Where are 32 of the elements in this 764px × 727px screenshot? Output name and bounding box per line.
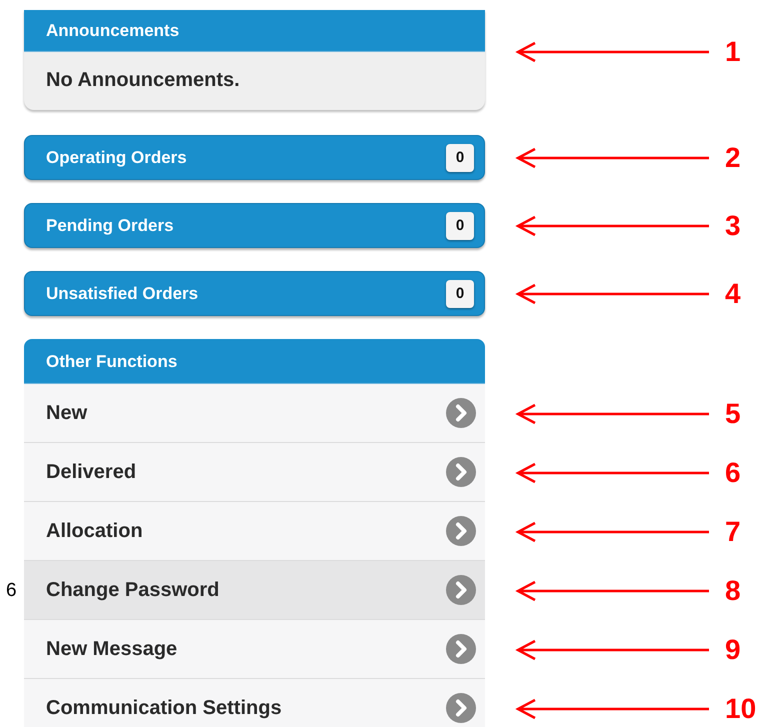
annotation-number: 6	[725, 456, 741, 488]
order-counter-bar[interactable]: Operating Orders 0	[24, 135, 485, 180]
order-counter-bar[interactable]: Pending Orders 0	[24, 203, 485, 248]
menu-item[interactable]: Allocation	[24, 502, 485, 561]
annotation-number: 9	[725, 634, 741, 666]
announcement-message: No Announcements.	[45, 68, 241, 93]
chevron-icon	[446, 398, 476, 428]
chevron-icon	[446, 516, 476, 546]
panel-header: Announcements	[24, 10, 485, 52]
annotation-number: 10	[725, 692, 756, 724]
annotation-number: 2	[725, 142, 741, 174]
chevron-icon	[446, 634, 476, 664]
annotation-number: 8	[725, 574, 741, 606]
annotation-number: 5	[725, 398, 741, 430]
section-header: Other Functions	[24, 339, 485, 384]
annotation-number: 3	[725, 210, 741, 242]
chevron-icon	[446, 457, 476, 487]
annotation-number: 7	[725, 516, 741, 548]
annotation-number: 1	[725, 36, 741, 68]
side-label: 6	[5, 580, 17, 600]
count-badge: 0	[446, 280, 474, 308]
menu-item[interactable]: Communication Settings	[24, 679, 485, 727]
order-counter-bar[interactable]: Unsatisfied Orders 0	[24, 271, 485, 316]
menu-item[interactable]: New	[24, 384, 485, 443]
annotation-number: 4	[725, 278, 741, 310]
count-badge: 0	[446, 144, 474, 172]
menu-item[interactable]: Change Password	[24, 561, 485, 620]
count-badge: 0	[446, 212, 474, 240]
chevron-icon	[446, 693, 476, 723]
menu-item[interactable]: Delivered	[24, 443, 485, 502]
chevron-icon	[446, 575, 476, 605]
menu-item[interactable]: New Message	[24, 620, 485, 679]
